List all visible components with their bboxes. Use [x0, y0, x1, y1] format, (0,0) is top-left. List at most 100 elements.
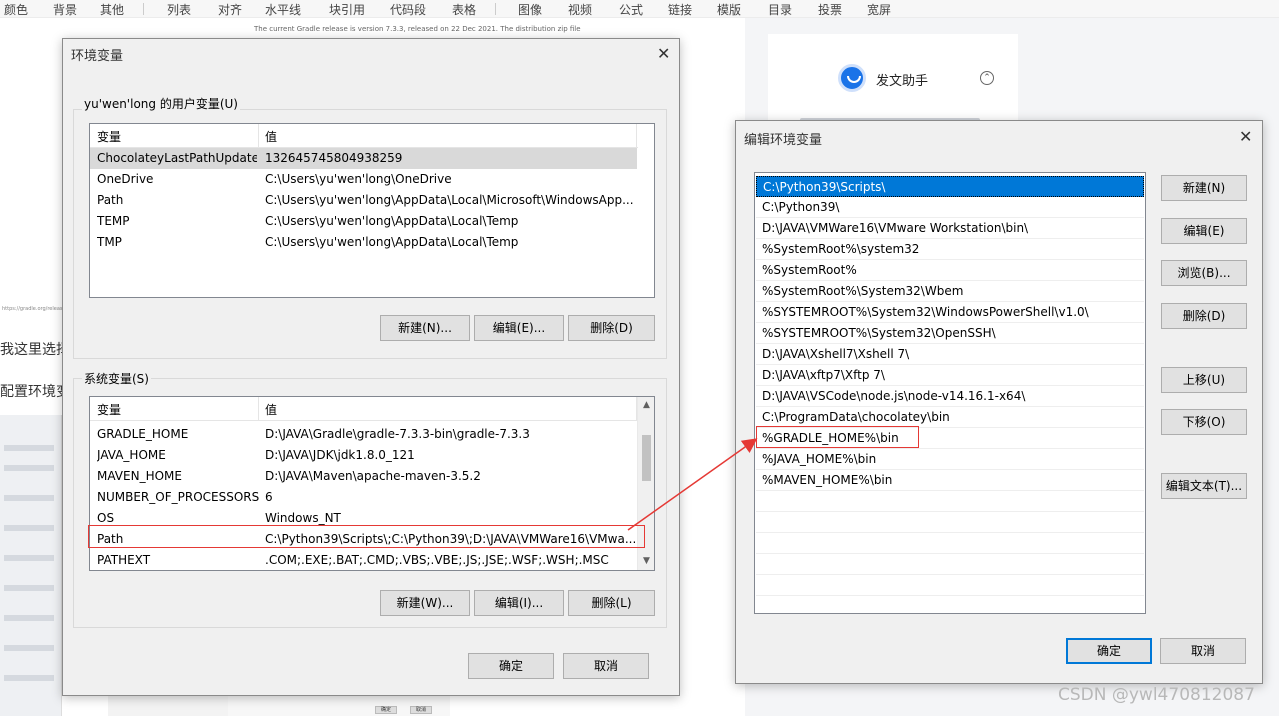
list-item[interactable]: %SystemRoot%\System32\Wbem [756, 281, 1144, 302]
close-icon[interactable]: ✕ [657, 44, 670, 63]
list-item[interactable] [756, 512, 1144, 533]
move-down-button[interactable]: 下移(O) [1161, 409, 1247, 435]
edit-text-button[interactable]: 编辑文本(T)... [1161, 473, 1247, 499]
thumb-row [4, 555, 54, 561]
toolbar-formula[interactable]: 公式 [619, 1, 643, 18]
system-delete-button[interactable]: 删除(L) [568, 590, 655, 616]
list-item[interactable] [756, 575, 1144, 596]
toolbar-background[interactable]: 背景 [53, 1, 77, 18]
ok-button[interactable]: 确定 [1066, 638, 1152, 664]
toolbar-code[interactable]: 代码段 [390, 1, 426, 18]
toolbar-list[interactable]: 列表 [167, 1, 191, 18]
chevron-up-icon[interactable]: ⌃ [980, 71, 994, 85]
toolbar-image[interactable]: 图像 [518, 1, 542, 18]
list-item[interactable]: %SystemRoot%\system32 [756, 239, 1144, 260]
user-edit-button[interactable]: 编辑(E)... [474, 315, 564, 341]
new-entry-button[interactable]: 新建(N) [1161, 175, 1247, 201]
chevron-up-icon[interactable]: ▲ [638, 397, 654, 414]
assistant-logo-icon [838, 64, 866, 92]
dialog-title: 编辑环境变量 [744, 133, 823, 148]
toolbar-link[interactable]: 链接 [668, 1, 692, 18]
toolbar-color[interactable]: 颜色 [4, 1, 28, 18]
toolbar-align[interactable]: 对齐 [218, 1, 242, 18]
column-header-value[interactable]: 值 [265, 401, 277, 418]
toolbar-toc[interactable]: 目录 [768, 1, 792, 18]
toolbar-video[interactable]: 视频 [568, 1, 592, 18]
var-name: OneDrive [97, 172, 154, 186]
table-row[interactable]: NUMBER_OF_PROCESSORS 6 [90, 487, 637, 508]
column-divider[interactable] [258, 397, 259, 421]
toolbar-divider [143, 3, 144, 15]
list-item[interactable]: C:\ProgramData\chocolatey\bin [756, 407, 1144, 428]
var-name: MAVEN_HOME [97, 469, 182, 483]
table-row[interactable]: ChocolateyLastPathUpdate 132645745804938… [90, 148, 637, 169]
thumb-ok-button: 确定 [375, 706, 397, 714]
var-value: 132645745804938259 [265, 151, 403, 165]
move-up-button[interactable]: 上移(U) [1161, 367, 1247, 393]
var-value: D:\JAVA\Maven\apache-maven-3.5.2 [265, 469, 481, 483]
article-text: 我这里选择 [0, 342, 66, 358]
column-header-variable[interactable]: 变量 [97, 401, 121, 418]
table-row[interactable]: TMP C:\Users\yu'wen'long\AppData\Local\T… [90, 232, 637, 253]
cancel-button[interactable]: 取消 [1160, 638, 1246, 664]
list-item[interactable]: D:\JAVA\VMWare16\VMware Workstation\bin\ [756, 218, 1144, 239]
list-item[interactable]: D:\JAVA\VSCode\node.js\node-v14.16.1-x64… [756, 386, 1144, 407]
list-item[interactable] [756, 491, 1144, 512]
article-text: 配置环境变 [0, 384, 66, 400]
list-item[interactable]: C:\Python39\Scripts\ [756, 176, 1144, 197]
list-item[interactable] [756, 554, 1144, 575]
column-header-value[interactable]: 值 [265, 128, 277, 145]
list-item[interactable]: D:\JAVA\Xshell7\Xshell 7\ [756, 344, 1144, 365]
var-name: TMP [97, 235, 122, 249]
table-row[interactable]: PATHEXT .COM;.EXE;.BAT;.CMD;.VBS;.VBE;.J… [90, 550, 637, 570]
edit-entry-button[interactable]: 编辑(E) [1161, 218, 1247, 244]
list-item[interactable]: %SYSTEMROOT%\System32\OpenSSH\ [756, 323, 1144, 344]
list-item[interactable]: %SystemRoot% [756, 260, 1144, 281]
column-divider[interactable] [636, 124, 637, 148]
toolbar-template[interactable]: 模版 [717, 1, 741, 18]
assistant-title: 发文助手 [876, 74, 929, 89]
thumb-row [4, 495, 54, 501]
list-item[interactable] [756, 533, 1144, 554]
toolbar-other[interactable]: 其他 [100, 1, 124, 18]
scroll-thumb[interactable] [642, 435, 651, 481]
system-new-button[interactable]: 新建(W)... [380, 590, 470, 616]
user-vars-list[interactable]: 变量 值 ChocolateyLastPathUpdate 1326457458… [89, 123, 655, 298]
table-row[interactable]: TEMP C:\Users\yu'wen'long\AppData\Local\… [90, 211, 637, 232]
table-row[interactable]: JAVA_HOME D:\JAVA\JDK\jdk1.8.0_121 [90, 445, 637, 466]
list-item[interactable]: D:\JAVA\xftp7\Xftp 7\ [756, 365, 1144, 386]
list-item[interactable]: %MAVEN_HOME%\bin [756, 470, 1144, 491]
thumb-row [4, 465, 54, 471]
toolbar-hr[interactable]: 水平线 [265, 1, 301, 18]
ok-button[interactable]: 确定 [468, 653, 554, 679]
column-header-variable[interactable]: 变量 [97, 128, 121, 145]
user-new-button[interactable]: 新建(N)... [380, 315, 470, 341]
column-divider[interactable] [258, 124, 259, 148]
table-row[interactable]: OneDrive C:\Users\yu'wen'long\OneDrive [90, 169, 637, 190]
toolbar-quote[interactable]: 块引用 [329, 1, 365, 18]
browse-button[interactable]: 浏览(B)... [1161, 260, 1247, 286]
close-icon[interactable]: ✕ [1239, 127, 1252, 146]
article-release-line: The current Gradle release is version 7.… [254, 25, 581, 33]
chevron-down-icon[interactable]: ▼ [638, 553, 654, 570]
path-entries-list[interactable]: C:\Python39\Scripts\ C:\Python39\ D:\JAV… [754, 172, 1146, 614]
table-row[interactable]: MAVEN_HOME D:\JAVA\Maven\apache-maven-3.… [90, 466, 637, 487]
system-edit-button[interactable]: 编辑(I)... [474, 590, 564, 616]
watermark: CSDN @ywl470812087 [1058, 685, 1255, 705]
user-delete-button[interactable]: 删除(D) [568, 315, 655, 341]
var-value: .COM;.EXE;.BAT;.CMD;.VBS;.VBE;.JS;.JSE;.… [265, 553, 609, 567]
cancel-button[interactable]: 取消 [563, 653, 649, 679]
table-row[interactable]: Path C:\Users\yu'wen'long\AppData\Local\… [90, 190, 637, 211]
list-item[interactable]: %SYSTEMROOT%\System32\WindowsPowerShell\… [756, 302, 1144, 323]
thumb-row [4, 445, 54, 451]
var-name: TEMP [97, 214, 130, 228]
list-item[interactable]: C:\Python39\ [756, 197, 1144, 218]
toolbar-wide[interactable]: 宽屏 [867, 1, 891, 18]
table-row[interactable]: GRADLE_HOME D:\JAVA\Gradle\gradle-7.3.3-… [90, 424, 637, 445]
toolbar-table[interactable]: 表格 [452, 1, 476, 18]
var-value: D:\JAVA\JDK\jdk1.8.0_121 [265, 448, 415, 462]
list-item[interactable]: %JAVA_HOME%\bin [756, 449, 1144, 470]
delete-entry-button[interactable]: 删除(D) [1161, 303, 1247, 329]
article-url: https://gradle.org/releases/ [2, 306, 70, 312]
toolbar-vote[interactable]: 投票 [818, 1, 842, 18]
